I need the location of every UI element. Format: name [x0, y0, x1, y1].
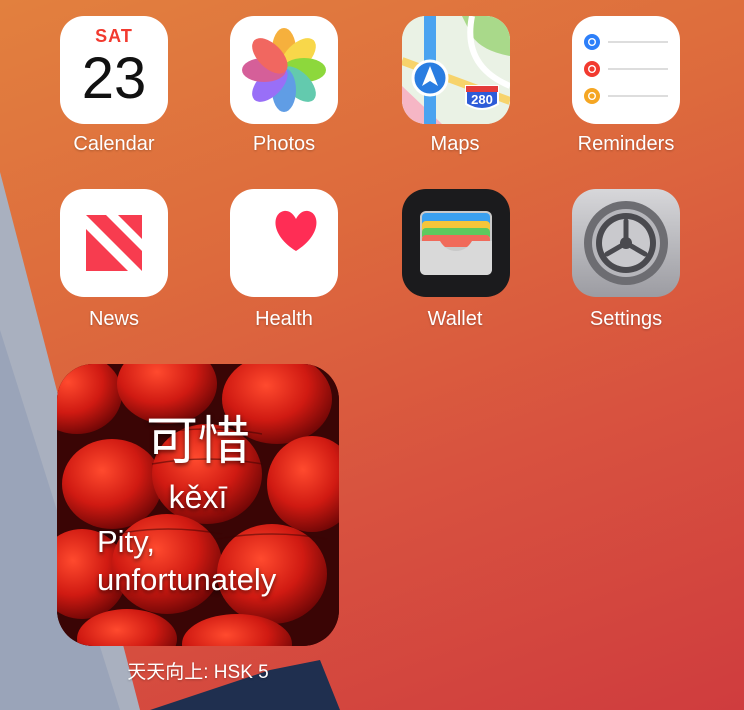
widget-label: 天天向上: HSK 5	[127, 662, 269, 683]
maps-icon: 280	[402, 16, 510, 124]
health-label: Health	[255, 308, 313, 330]
health-app-icon[interactable]	[230, 189, 338, 297]
interstate-shield-text: 280	[471, 92, 493, 107]
widget-meaning-line2: unfortunately	[97, 562, 277, 597]
wallet-app-icon[interactable]	[402, 189, 510, 297]
maps-app-icon[interactable]: 280	[402, 16, 510, 124]
widget-hanzi: 可惜	[145, 413, 250, 471]
settings-app-icon[interactable]	[572, 189, 680, 297]
widget-meaning-line1: Pity,	[97, 524, 155, 559]
photos-label: Photos	[252, 133, 316, 155]
wallet-label: Wallet	[427, 308, 483, 330]
calendar-app-icon[interactable]: SAT 23	[60, 16, 168, 124]
reminders-label: Reminders	[577, 133, 675, 155]
settings-label: Settings	[589, 308, 663, 330]
widget-pinyin: kěxī	[168, 479, 228, 515]
photos-app-icon[interactable]	[230, 16, 338, 124]
calendar-date: 23	[81, 46, 147, 111]
wallet-cards-icon	[420, 211, 492, 275]
heart-icon	[275, 210, 317, 251]
reminders-app-icon[interactable]	[572, 16, 680, 124]
calendar-day: SAT	[95, 26, 133, 46]
news-icon	[86, 215, 142, 271]
news-label: News	[88, 308, 139, 330]
gear-icon	[584, 201, 668, 285]
reminders-list-icon	[584, 34, 668, 104]
maps-label: Maps	[430, 133, 480, 155]
news-app-icon[interactable]	[60, 189, 168, 297]
calendar-label: Calendar	[73, 133, 155, 155]
vocab-widget[interactable]: 可惜 kěxī Pity, unfortunately	[57, 364, 339, 646]
photos-flower-icon	[242, 28, 326, 112]
